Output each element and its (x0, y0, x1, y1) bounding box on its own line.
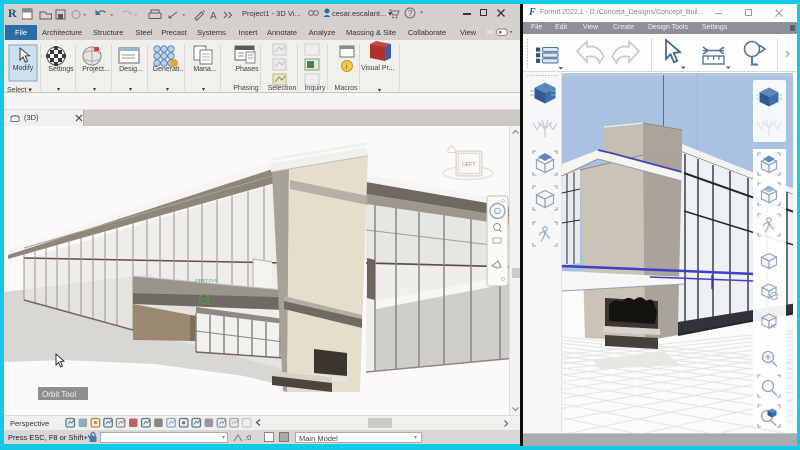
svg-text:?: ? (408, 9, 413, 18)
svg-text:FIRST FLR: FIRST FLR (195, 278, 218, 283)
svg-text:LEFT: LEFT (462, 162, 476, 168)
svg-text:Orbit Tool: Orbit Tool (42, 390, 76, 399)
svg-text:Modify: Modify (13, 65, 34, 72)
svg-text:A: A (210, 11, 217, 22)
